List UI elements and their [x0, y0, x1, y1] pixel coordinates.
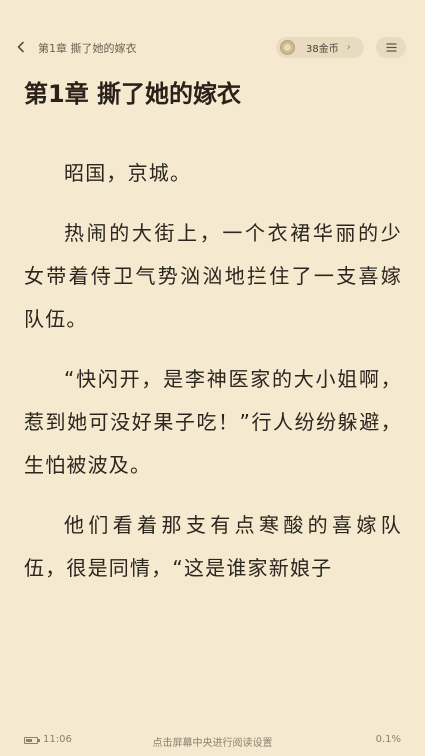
coin-balance-label: 38金币 — [306, 44, 339, 55]
hamburger-menu-icon — [386, 43, 396, 52]
menu-button[interactable] — [376, 37, 406, 58]
reading-progress: 0.1% — [375, 734, 401, 745]
coin-balance-button[interactable]: 38金币 › — [276, 37, 364, 58]
reading-content[interactable]: 昭国，京城。 热闹的大街上，一个衣裙华丽的少女带着侍卫气势汹汹地拦住了一支喜嫁队… — [24, 152, 402, 682]
top-chapter-title: 第1章 撕了她的嫁衣 — [38, 42, 137, 55]
chapter-heading: 第1章 撕了她的嫁衣 — [24, 80, 242, 108]
chevron-left-icon — [17, 41, 24, 53]
paragraph: 热闹的大街上，一个衣裙华丽的少女带着侍卫气势汹汹地拦住了一支喜嫁队伍。 — [24, 221, 402, 331]
reading-settings-hint: 点击屏幕中央进行阅读设置 — [152, 738, 273, 749]
paragraph: 他们看着那支有点寒酸的喜嫁队伍，很是同情，“这是谁家新娘子 — [24, 513, 402, 580]
coin-icon — [280, 40, 295, 55]
paragraph: “快闪开，是李神医家的大小姐啊，惹到她可没好果子吃！”行人纷纷躲避，生怕被波及。 — [24, 367, 402, 477]
back-button[interactable] — [10, 36, 32, 58]
chevron-right-icon: › — [346, 42, 351, 53]
reader-status-bar: 11:06 点击屏幕中央进行阅读设置 0.1% — [0, 728, 425, 754]
paragraph: 昭国，京城。 — [64, 161, 192, 185]
reader-top-bar: 第1章 撕了她的嫁衣 38金币 › — [0, 0, 425, 70]
